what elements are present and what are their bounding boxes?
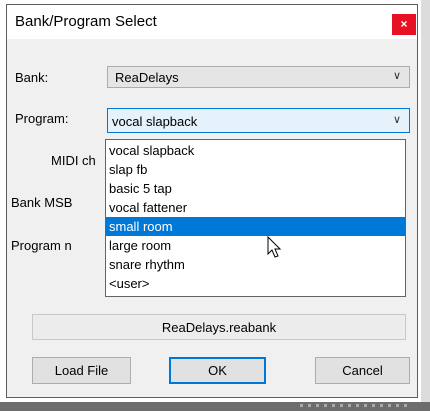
program-option[interactable]: vocal fattener: [106, 198, 405, 217]
program-option[interactable]: large room: [106, 236, 405, 255]
chevron-down-icon: ∨: [392, 70, 401, 82]
dialog-title: Bank/Program Select: [15, 13, 157, 30]
program-option[interactable]: basic 5 tap: [106, 179, 405, 198]
program-option[interactable]: vocal slapback: [106, 141, 405, 160]
chevron-down-icon: ∨: [392, 114, 401, 126]
bank-select-value: ReaDelays: [115, 70, 179, 85]
close-button[interactable]: ×: [392, 14, 416, 35]
reabank-file-display: ReaDelays.reabank: [32, 314, 406, 340]
midi-channel-label: MIDI ch: [51, 153, 96, 168]
program-select[interactable]: vocal slapback ∨: [107, 108, 410, 133]
title-bar: Bank/Program Select ×: [7, 5, 417, 39]
program-select-value: vocal slapback: [112, 114, 198, 129]
close-icon: ×: [400, 17, 408, 31]
program-number-label: Program n: [11, 238, 72, 253]
ok-button[interactable]: OK: [169, 357, 266, 384]
program-option-highlighted[interactable]: small room: [106, 217, 405, 236]
bank-msb-label: Bank MSB: [11, 195, 73, 210]
bank-select[interactable]: ReaDelays ∨: [107, 66, 410, 88]
background-dots: [300, 404, 410, 407]
reabank-file-name: ReaDelays.reabank: [161, 320, 277, 335]
program-option[interactable]: slap fb: [106, 160, 405, 179]
program-label: Program:: [15, 111, 69, 126]
program-option[interactable]: <user>: [106, 274, 405, 293]
bank-label: Bank:: [15, 70, 49, 85]
background-window-edge: [421, 0, 430, 411]
program-option[interactable]: snare rhythm: [106, 255, 405, 274]
program-dropdown-list: vocal slapback slap fb basic 5 tap vocal…: [105, 139, 406, 297]
mouse-pointer-icon: [267, 236, 282, 258]
cancel-button[interactable]: Cancel: [315, 357, 410, 384]
load-file-button[interactable]: Load File: [32, 357, 131, 384]
